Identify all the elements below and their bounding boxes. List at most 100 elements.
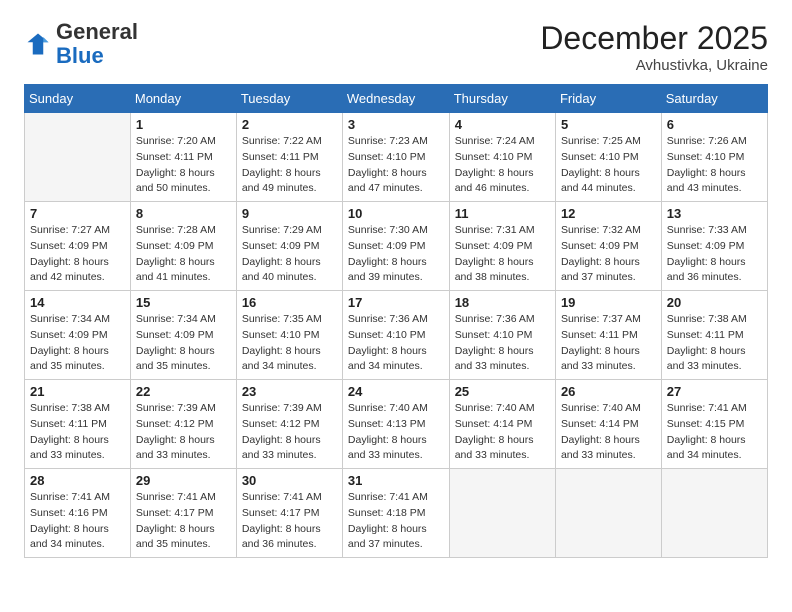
day-number: 12 — [561, 206, 656, 221]
day-cell: 14 Sunrise: 7:34 AM Sunset: 4:09 PM Dayli… — [25, 291, 131, 380]
day-cell: 2Sunrise: 7:22 AM Sunset: 4:11 PM Daylig… — [236, 113, 342, 202]
day-number: 31 — [348, 473, 444, 488]
day-cell: 9 Sunrise: 7:29 AM Sunset: 4:09 PM Daylig… — [236, 202, 342, 291]
day-number: 23 — [242, 384, 337, 399]
day-number: 3 — [348, 117, 444, 132]
column-header-monday: Monday — [130, 85, 236, 113]
month-title: December 2025 — [540, 20, 768, 57]
day-cell: 12 Sunrise: 7:32 AM Sunset: 4:09 PM Dayli… — [555, 202, 661, 291]
logo-text: General Blue — [56, 20, 138, 68]
day-info: Sunrise: 7:40 AM Sunset: 4:14 PM Dayligh… — [561, 401, 656, 464]
day-number: 29 — [136, 473, 231, 488]
day-cell: 17 Sunrise: 7:36 AM Sunset: 4:10 PM Dayli… — [342, 291, 449, 380]
day-info: Sunrise: 7:40 AM Sunset: 4:14 PM Dayligh… — [455, 401, 550, 464]
day-number: 20 — [667, 295, 762, 310]
day-info: Sunrise: 7:41 AM Sunset: 4:15 PM Dayligh… — [667, 401, 762, 464]
day-number: 14 — [30, 295, 125, 310]
day-info: Sunrise: 7:32 AM Sunset: 4:09 PM Dayligh… — [561, 223, 656, 286]
day-cell: 7 Sunrise: 7:27 AM Sunset: 4:09 PM Daylig… — [25, 202, 131, 291]
day-info: Sunrise: 7:39 AM Sunset: 4:12 PM Dayligh… — [242, 401, 337, 464]
logo-blue: Blue — [56, 43, 104, 68]
title-block: December 2025 Avhustivka, Ukraine — [540, 20, 768, 74]
day-number: 26 — [561, 384, 656, 399]
day-info: Sunrise: 7:34 AM Sunset: 4:09 PM Dayligh… — [136, 312, 231, 375]
day-cell: 21 Sunrise: 7:38 AM Sunset: 4:11 PM Dayli… — [25, 380, 131, 469]
week-row-2: 7 Sunrise: 7:27 AM Sunset: 4:09 PM Daylig… — [25, 202, 768, 291]
day-number: 21 — [30, 384, 125, 399]
column-header-wednesday: Wednesday — [342, 85, 449, 113]
day-cell: 29Sunrise: 7:41 AM Sunset: 4:17 PM Dayli… — [130, 469, 236, 558]
week-row-3: 14 Sunrise: 7:34 AM Sunset: 4:09 PM Dayli… — [25, 291, 768, 380]
day-number: 27 — [667, 384, 762, 399]
day-info: Sunrise: 7:30 AM Sunset: 4:09 PM Dayligh… — [348, 223, 444, 286]
day-info: Sunrise: 7:26 AM Sunset: 4:10 PM Dayligh… — [667, 134, 762, 197]
day-info: Sunrise: 7:28 AM Sunset: 4:09 PM Dayligh… — [136, 223, 231, 286]
day-cell — [661, 469, 767, 558]
week-row-5: 28 Sunrise: 7:41 AM Sunset: 4:16 PM Dayli… — [25, 469, 768, 558]
day-info: Sunrise: 7:20 AM Sunset: 4:11 PM Dayligh… — [136, 134, 231, 197]
logo: General Blue — [24, 20, 138, 68]
day-number: 28 — [30, 473, 125, 488]
week-row-4: 21 Sunrise: 7:38 AM Sunset: 4:11 PM Dayli… — [25, 380, 768, 469]
day-number: 7 — [30, 206, 125, 221]
day-cell: 18 Sunrise: 7:36 AM Sunset: 4:10 PM Dayli… — [449, 291, 555, 380]
day-cell: 22Sunrise: 7:39 AM Sunset: 4:12 PM Dayli… — [130, 380, 236, 469]
day-number: 22 — [136, 384, 231, 399]
day-number: 15 — [136, 295, 231, 310]
day-cell: 3 Sunrise: 7:23 AM Sunset: 4:10 PM Daylig… — [342, 113, 449, 202]
day-info: Sunrise: 7:40 AM Sunset: 4:13 PM Dayligh… — [348, 401, 444, 464]
day-number: 30 — [242, 473, 337, 488]
day-number: 4 — [455, 117, 550, 132]
day-info: Sunrise: 7:41 AM Sunset: 4:16 PM Dayligh… — [30, 490, 125, 553]
day-info: Sunrise: 7:22 AM Sunset: 4:11 PM Dayligh… — [242, 134, 337, 197]
column-header-tuesday: Tuesday — [236, 85, 342, 113]
day-cell: 24Sunrise: 7:40 AM Sunset: 4:13 PM Dayli… — [342, 380, 449, 469]
day-cell: 16Sunrise: 7:35 AM Sunset: 4:10 PM Dayli… — [236, 291, 342, 380]
day-info: Sunrise: 7:33 AM Sunset: 4:09 PM Dayligh… — [667, 223, 762, 286]
day-number: 19 — [561, 295, 656, 310]
day-info: Sunrise: 7:36 AM Sunset: 4:10 PM Dayligh… — [455, 312, 550, 375]
day-number: 11 — [455, 206, 550, 221]
day-number: 17 — [348, 295, 444, 310]
day-cell: 26 Sunrise: 7:40 AM Sunset: 4:14 PM Dayli… — [555, 380, 661, 469]
day-cell: 4 Sunrise: 7:24 AM Sunset: 4:10 PM Daylig… — [449, 113, 555, 202]
day-cell — [449, 469, 555, 558]
day-info: Sunrise: 7:36 AM Sunset: 4:10 PM Dayligh… — [348, 312, 444, 375]
day-info: Sunrise: 7:27 AM Sunset: 4:09 PM Dayligh… — [30, 223, 125, 286]
day-cell: 15 Sunrise: 7:34 AM Sunset: 4:09 PM Dayli… — [130, 291, 236, 380]
column-header-saturday: Saturday — [661, 85, 767, 113]
day-cell — [25, 113, 131, 202]
day-info: Sunrise: 7:38 AM Sunset: 4:11 PM Dayligh… — [30, 401, 125, 464]
day-info: Sunrise: 7:25 AM Sunset: 4:10 PM Dayligh… — [561, 134, 656, 197]
day-info: Sunrise: 7:29 AM Sunset: 4:09 PM Dayligh… — [242, 223, 337, 286]
day-cell: 13 Sunrise: 7:33 AM Sunset: 4:09 PM Dayli… — [661, 202, 767, 291]
day-number: 25 — [455, 384, 550, 399]
column-header-sunday: Sunday — [25, 85, 131, 113]
column-header-friday: Friday — [555, 85, 661, 113]
day-cell: 20Sunrise: 7:38 AM Sunset: 4:11 PM Dayli… — [661, 291, 767, 380]
day-info: Sunrise: 7:23 AM Sunset: 4:10 PM Dayligh… — [348, 134, 444, 197]
calendar-header-row: SundayMondayTuesdayWednesdayThursdayFrid… — [25, 85, 768, 113]
day-info: Sunrise: 7:24 AM Sunset: 4:10 PM Dayligh… — [455, 134, 550, 197]
day-cell: 28 Sunrise: 7:41 AM Sunset: 4:16 PM Dayli… — [25, 469, 131, 558]
day-number: 6 — [667, 117, 762, 132]
day-cell — [555, 469, 661, 558]
day-info: Sunrise: 7:34 AM Sunset: 4:09 PM Dayligh… — [30, 312, 125, 375]
logo-icon — [24, 30, 52, 58]
day-number: 13 — [667, 206, 762, 221]
column-header-thursday: Thursday — [449, 85, 555, 113]
day-number: 10 — [348, 206, 444, 221]
day-number: 9 — [242, 206, 337, 221]
day-cell: 6 Sunrise: 7:26 AM Sunset: 4:10 PM Daylig… — [661, 113, 767, 202]
day-cell: 23 Sunrise: 7:39 AM Sunset: 4:12 PM Dayli… — [236, 380, 342, 469]
day-cell: 25 Sunrise: 7:40 AM Sunset: 4:14 PM Dayli… — [449, 380, 555, 469]
day-cell: 1 Sunrise: 7:20 AM Sunset: 4:11 PM Daylig… — [130, 113, 236, 202]
day-number: 5 — [561, 117, 656, 132]
day-cell: 19Sunrise: 7:37 AM Sunset: 4:11 PM Dayli… — [555, 291, 661, 380]
day-number: 1 — [136, 117, 231, 132]
location: Avhustivka, Ukraine — [540, 57, 768, 74]
day-cell: 30 Sunrise: 7:41 AM Sunset: 4:17 PM Dayli… — [236, 469, 342, 558]
day-info: Sunrise: 7:41 AM Sunset: 4:17 PM Dayligh… — [242, 490, 337, 553]
page-header: General Blue December 2025 Avhustivka, U… — [24, 20, 768, 74]
day-number: 18 — [455, 295, 550, 310]
